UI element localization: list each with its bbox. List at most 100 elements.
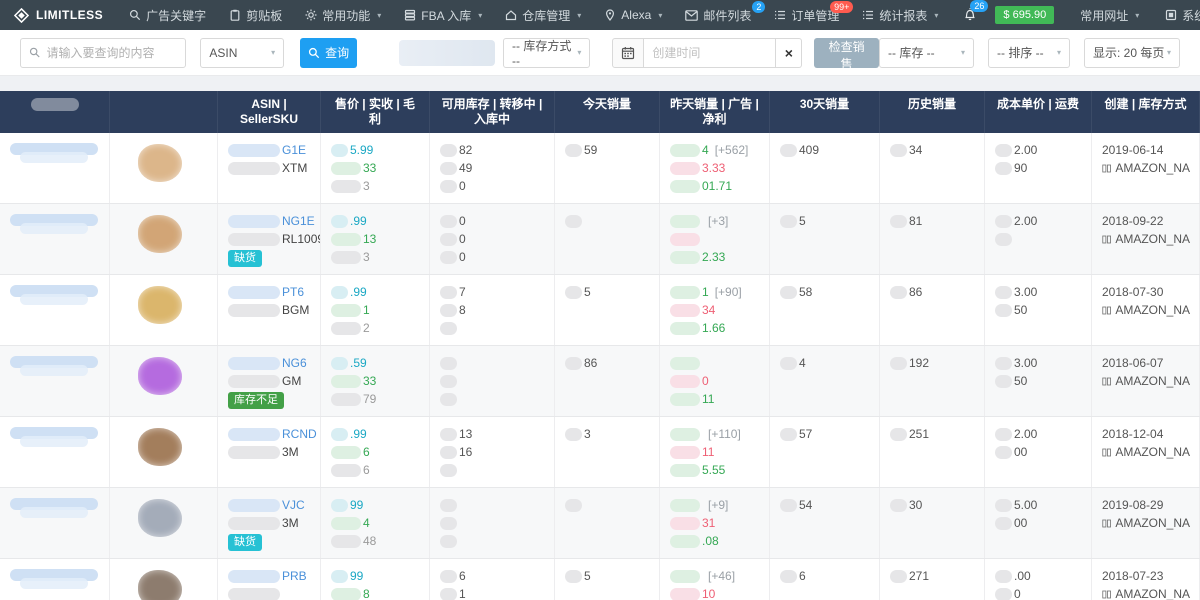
seller-sku: XTM	[282, 159, 307, 177]
brand-name: LIMITLESS	[36, 8, 103, 22]
product-image[interactable]	[138, 286, 182, 324]
nav-ad-keywords[interactable]: 广告关键字	[129, 7, 206, 24]
calendar-button[interactable]	[612, 38, 644, 68]
history-sales-cell: 192	[880, 346, 985, 416]
header-cost[interactable]: 成本单价 | 运费	[985, 91, 1092, 133]
redacted-yesterday	[670, 428, 700, 441]
balance-badge[interactable]: $ 695.90	[995, 6, 1054, 24]
redacted-received	[331, 162, 361, 175]
chevron-down-icon: ▾	[377, 11, 381, 20]
asin-link[interactable]: RCND	[282, 425, 317, 443]
stock-select[interactable]: -- 库存 --▾	[879, 38, 974, 68]
ad-cost-value: 0	[702, 372, 709, 390]
query-button[interactable]: 查询	[300, 38, 357, 68]
cost-cell: 3.00 50	[985, 275, 1092, 345]
header-stock[interactable]: 可用库存 | 转移中 | 入库中	[430, 91, 555, 133]
transfer-stock: 1	[459, 585, 466, 600]
product-image[interactable]	[138, 428, 182, 466]
table-row[interactable]: RCND 3M .99 6 6 13 16 3 [+	[0, 417, 1200, 488]
header-price[interactable]: 售价 | 实收 | 毛利	[321, 91, 430, 133]
redacted-yesterday	[670, 570, 700, 583]
chevron-down-icon: ▾	[934, 11, 938, 20]
inventory-mode: AMAZON_NA	[1115, 585, 1190, 600]
redacted-ad-cost	[670, 588, 700, 600]
header-asin-sku[interactable]: ASIN | SellerSKU	[218, 91, 321, 133]
table-row[interactable]: VJC 3M 缺货 99 4 48 [+9]	[0, 488, 1200, 559]
nav-common-urls[interactable]: 常用网址▾	[1080, 7, 1139, 24]
table-row[interactable]: NG6 GM 库存不足 .59 33 79 86	[0, 346, 1200, 417]
clear-date-button[interactable]: ×	[776, 38, 802, 68]
header-30day-sales[interactable]: 30天销量	[770, 91, 880, 133]
header-created[interactable]: 创建 | 库存方式	[1092, 91, 1200, 133]
redacted-yesterday	[670, 286, 700, 299]
product-image[interactable]	[138, 499, 182, 537]
asin-link[interactable]: NG1E	[282, 212, 315, 230]
inbound-stock: 0	[459, 248, 466, 266]
brand[interactable]: LIMITLESS	[14, 8, 103, 23]
chevron-down-icon: ▾	[478, 11, 482, 20]
nav-common-functions[interactable]: 常用功能▾	[305, 7, 381, 24]
brand-gem-icon	[14, 8, 29, 23]
unit-cost-value: 5.00	[1014, 496, 1037, 514]
search-box[interactable]	[20, 38, 186, 68]
page-size-select[interactable]: 显示: 20 每页▾	[1084, 38, 1180, 68]
product-image[interactable]	[138, 570, 182, 600]
nav-statistics[interactable]: 统计报表▾	[862, 7, 938, 24]
asin-link[interactable]: VJC	[282, 496, 305, 514]
nav-order-management[interactable]: 订单管理 99+	[774, 7, 839, 24]
asin-link[interactable]: G1E	[282, 141, 306, 159]
table-row[interactable]: PRB 99 8 1 6 1 5 [+46]	[0, 559, 1200, 600]
search-input[interactable]	[46, 46, 177, 60]
check-sales-button[interactable]: 检查销售	[814, 38, 879, 68]
redacted-profit	[331, 251, 361, 264]
asin-link[interactable]: NG6	[282, 354, 307, 372]
history-sales-cell: 81	[880, 204, 985, 274]
nav-clipboard[interactable]: 剪贴板	[229, 7, 282, 24]
nav-mail-list[interactable]: 邮件列表 2	[685, 7, 751, 24]
nav-fba-inbound[interactable]: FBA 入库▾	[404, 7, 482, 24]
nav-warehouse[interactable]: 仓库管理▾	[505, 7, 581, 24]
product-image[interactable]	[138, 357, 182, 395]
nav-system-management[interactable]: 系统管理▾	[1165, 7, 1200, 24]
cost-cell: .00 0	[985, 559, 1092, 600]
book-icon	[1102, 589, 1111, 600]
search-type-select[interactable]: ASIN▾	[200, 38, 284, 68]
product-image[interactable]	[138, 144, 182, 182]
redacted-price	[331, 144, 348, 157]
asin-link[interactable]: PT6	[282, 283, 304, 301]
table-row[interactable]: NG1E RL1009 缺货 .99 13 3 0 0 0	[0, 204, 1200, 275]
asin-sku-cell: PRB	[218, 559, 321, 600]
table-body: G1E XTM 5.99 33 3 82 49 0 59	[0, 133, 1200, 600]
asin-link[interactable]: PRB	[282, 567, 307, 585]
redacted-net-profit	[670, 464, 700, 477]
header-history-sales[interactable]: 历史销量	[880, 91, 985, 133]
redacted-asin-prefix	[228, 428, 280, 441]
redacted-yesterday	[670, 144, 700, 157]
redacted-received	[331, 446, 361, 459]
image-cell	[110, 417, 218, 487]
sort-select[interactable]: -- 排序 --▾	[988, 38, 1070, 68]
header-yesterday-sales[interactable]: 昨天销量 | 广告 | 净利	[660, 91, 770, 133]
history-sales-value: 192	[909, 354, 929, 372]
redacted-filter-field[interactable]	[399, 40, 495, 66]
redacted-profit	[331, 180, 361, 193]
seller-sku: 3M	[282, 514, 299, 532]
redacted-30d	[780, 215, 797, 228]
table-row[interactable]: G1E XTM 5.99 33 3 82 49 0 59	[0, 133, 1200, 204]
yesterday-extra: [+562]	[715, 141, 749, 159]
sales-30d-value: 57	[799, 425, 812, 443]
notifications-bell[interactable]: 26	[963, 7, 977, 24]
header-today-sales[interactable]: 今天销量	[555, 91, 660, 133]
redacted-stock	[440, 162, 457, 175]
report-icon	[862, 9, 874, 21]
redacted-stock	[440, 393, 457, 406]
price-value: 99	[350, 496, 363, 514]
product-image[interactable]	[138, 215, 182, 253]
table-row[interactable]: PT6 BGM .99 1 2 7 8 5 1[+9	[0, 275, 1200, 346]
redacted-stock	[440, 588, 457, 600]
created-date-input[interactable]	[644, 38, 776, 68]
nav-alexa[interactable]: Alexa▾	[604, 8, 662, 22]
date-filter-group: ×	[612, 38, 802, 68]
stock-mode-select[interactable]: -- 库存方式 --▾	[503, 38, 590, 68]
history-sales-value: 271	[909, 567, 929, 585]
